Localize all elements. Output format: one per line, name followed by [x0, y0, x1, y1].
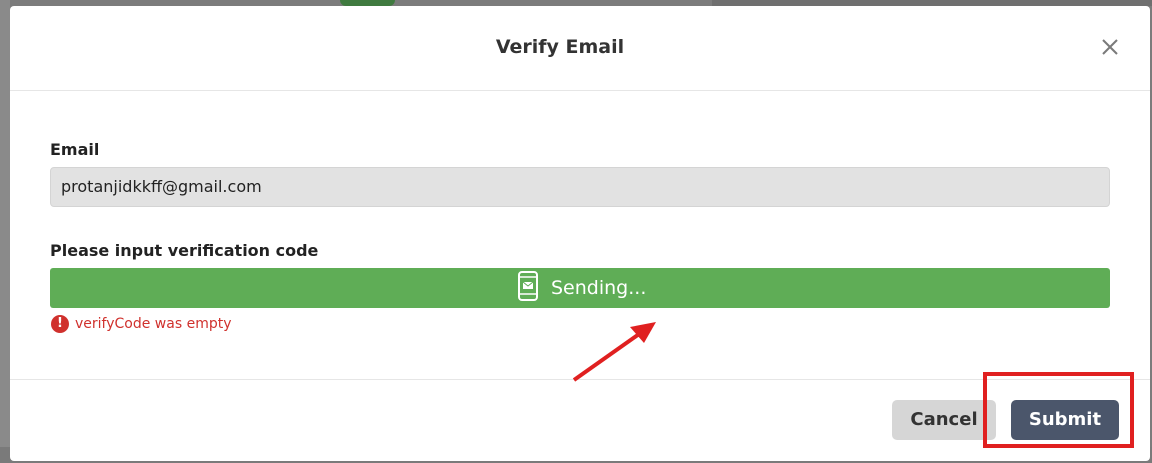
exclamation-icon: !: [51, 315, 69, 333]
dialog-header: Verify Email: [10, 6, 1150, 91]
highlight-box-annotation: [983, 372, 1134, 448]
verification-code-label: Please input verification code: [50, 241, 319, 260]
error-text: verifyCode was empty: [75, 316, 232, 332]
send-code-button[interactable]: Sending...: [50, 268, 1110, 308]
mobile-mail-icon: [518, 271, 538, 305]
email-field[interactable]: protanjidkkff@gmail.com: [50, 167, 1110, 207]
error-message: ! verifyCode was empty: [51, 315, 232, 333]
background-page-edge: [0, 0, 10, 463]
send-code-label: Sending...: [551, 277, 647, 299]
email-label: Email: [50, 140, 100, 159]
verify-email-dialog: Verify Email Email protanjidkkff@gmail.c…: [10, 6, 1150, 461]
arrow-annotation: [572, 322, 656, 382]
close-icon[interactable]: [1098, 35, 1122, 59]
cancel-button[interactable]: Cancel: [892, 400, 996, 440]
dialog-title: Verify Email: [495, 36, 625, 58]
